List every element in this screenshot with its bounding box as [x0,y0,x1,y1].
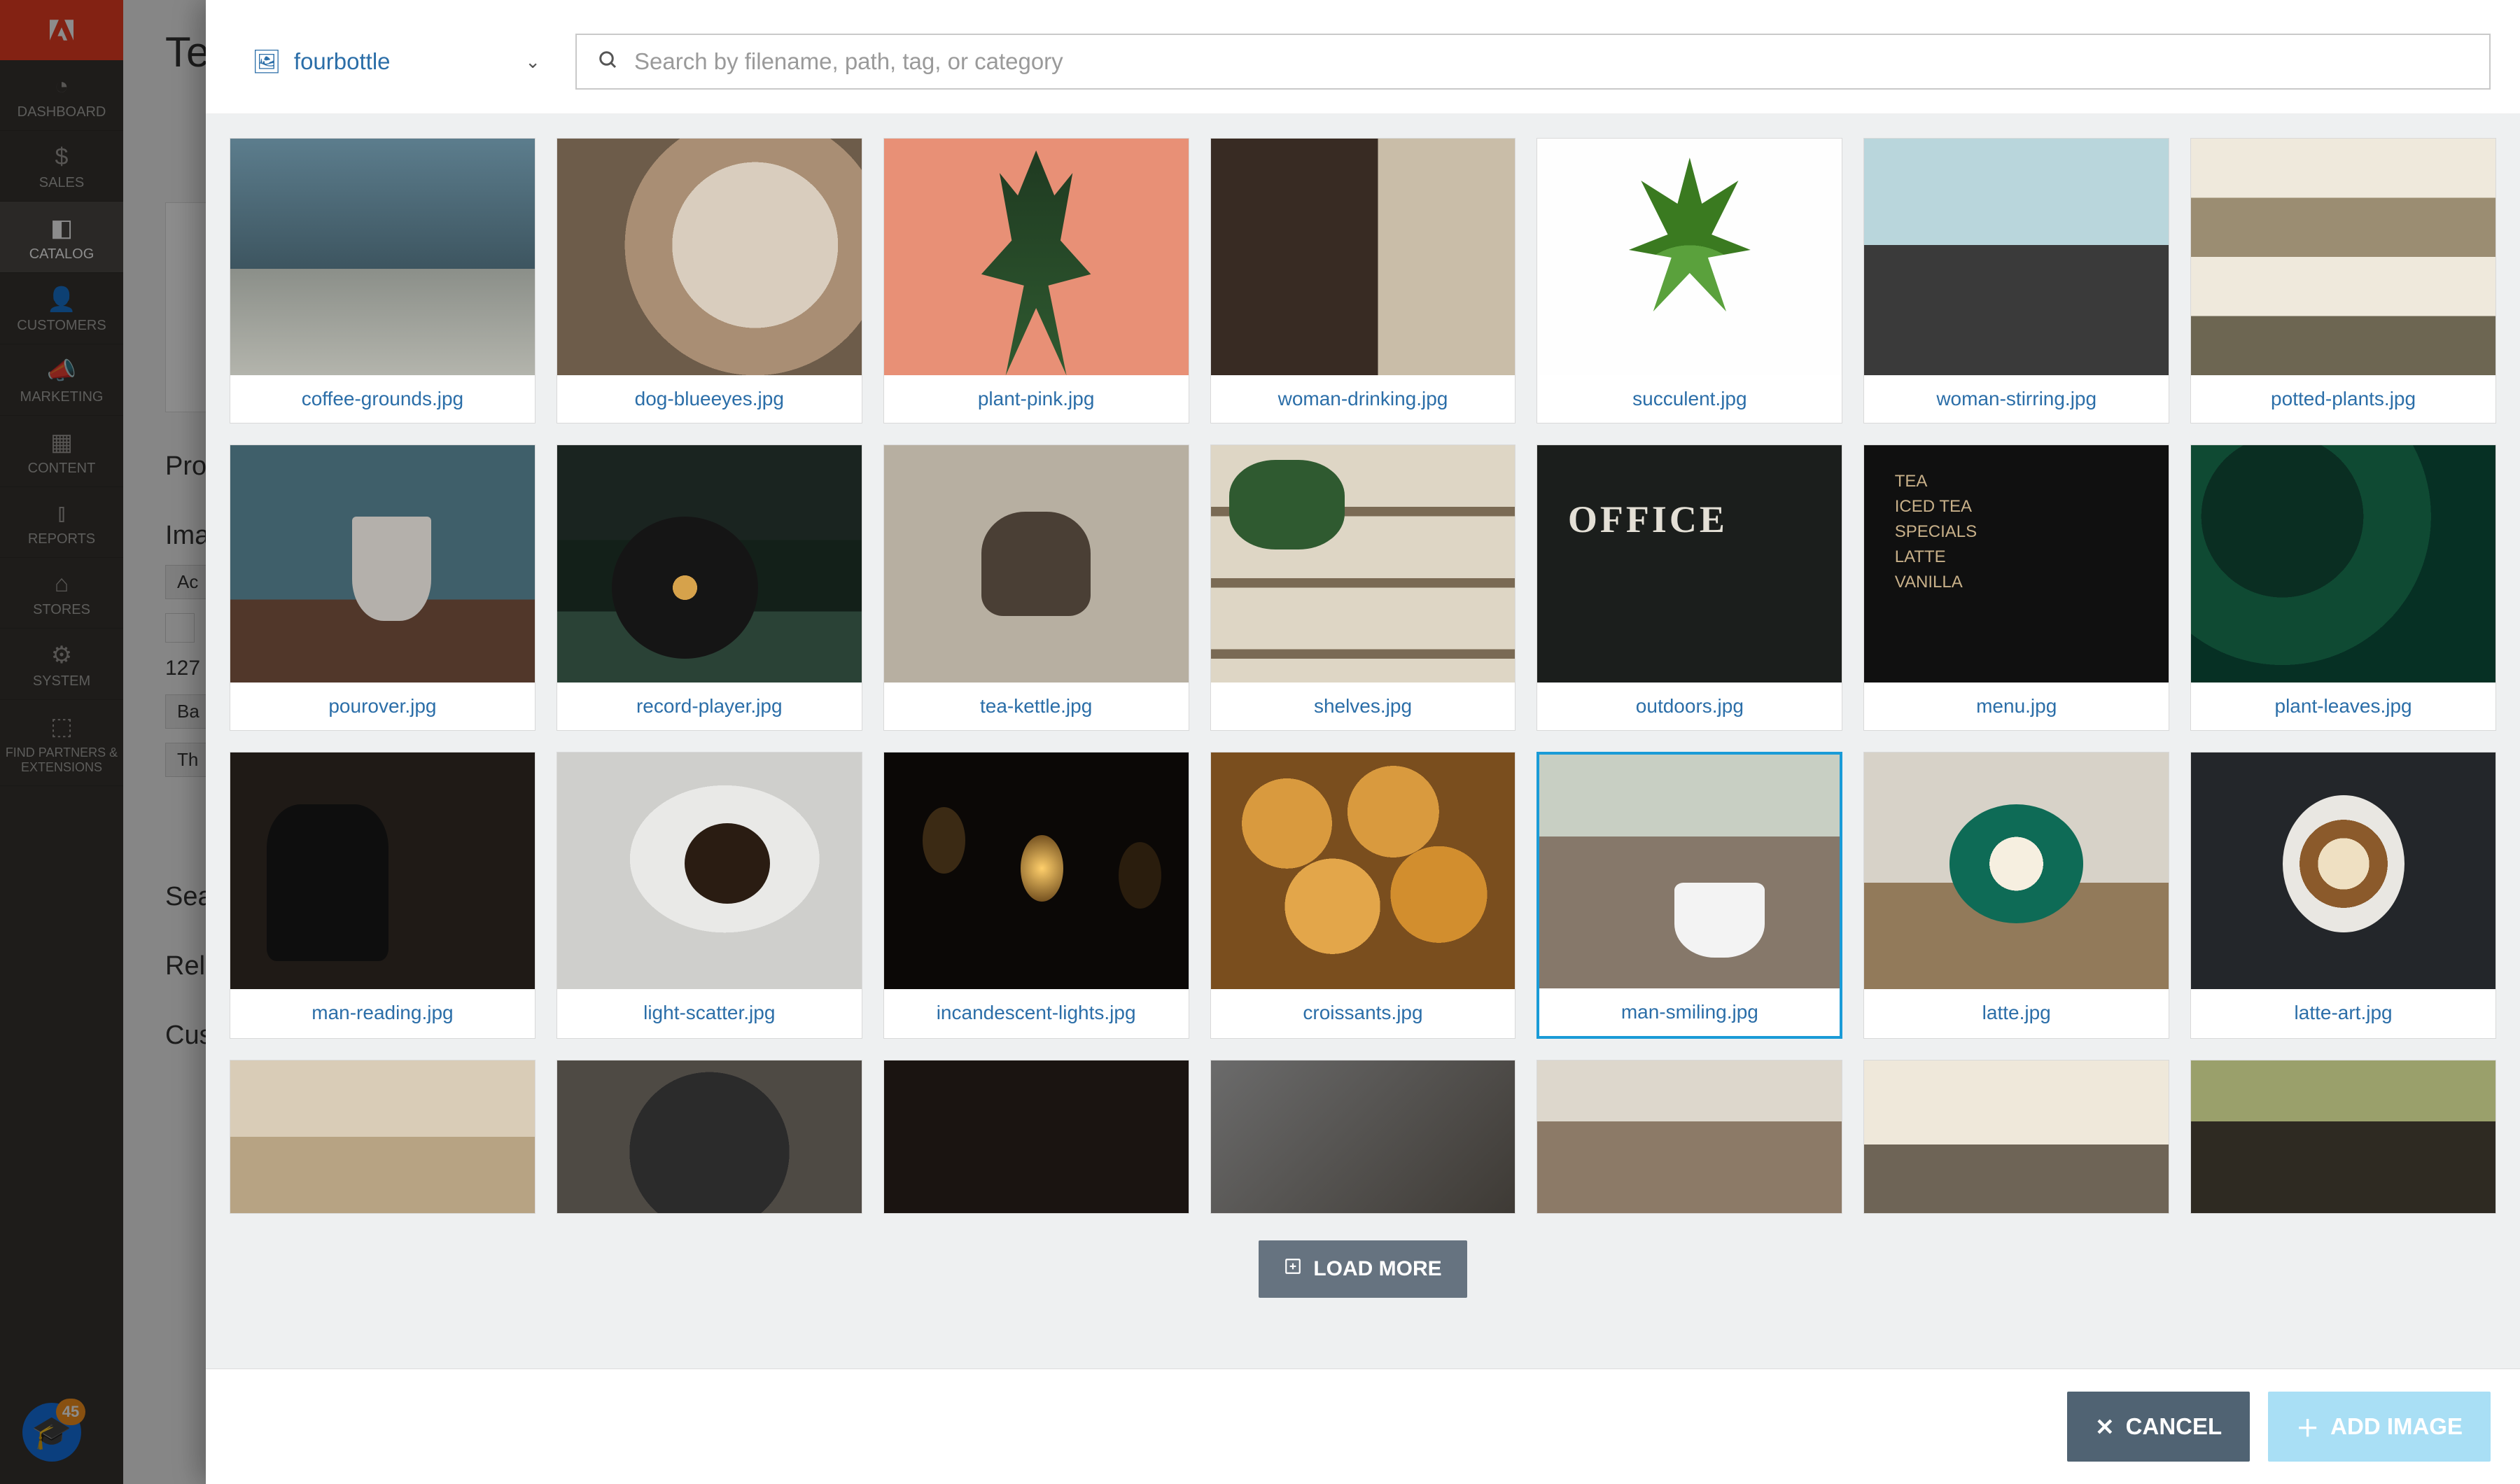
folder-dropdown[interactable]: 🖼 fourbottle ⌄ [235,37,557,87]
modal-footer: ✕ CANCEL ＋ ADD IMAGE [206,1368,2520,1484]
image-card[interactable]: succulent.jpg [1536,138,1842,424]
image-thumbnail [1211,139,1516,375]
image-filename: man-smiling.jpg [1539,988,1840,1036]
cancel-label: CANCEL [2126,1413,2222,1440]
search-icon [598,50,619,74]
image-filename: latte-art.jpg [2191,989,2496,1037]
image-card[interactable]: dog-blueeyes.jpg [556,138,862,424]
image-filename: potted-plants.jpg [2191,375,2496,423]
image-thumbnail [230,445,535,682]
close-icon: ✕ [2095,1413,2115,1441]
image-card[interactable] [556,1060,862,1214]
image-filename: woman-stirring.jpg [1864,375,2169,423]
image-card[interactable]: light-scatter.jpg [556,752,862,1039]
image-card[interactable] [1210,1060,1516,1214]
image-filename: succulent.jpg [1537,375,1842,423]
image-filename: dog-blueeyes.jpg [557,375,862,423]
image-thumbnail [884,445,1189,682]
add-image-button[interactable]: ＋ ADD IMAGE [2268,1392,2491,1462]
plus-icon: ＋ [2296,1410,2319,1443]
image-card[interactable]: incandescent-lights.jpg [883,752,1189,1039]
image-filename: outdoors.jpg [1537,682,1842,730]
image-card[interactable] [2190,1060,2496,1214]
image-thumbnail [557,1060,862,1213]
image-filename: shelves.jpg [1211,682,1516,730]
load-more-label: LOAD MORE [1313,1257,1441,1281]
image-card[interactable]: plant-pink.jpg [883,138,1189,424]
image-card[interactable]: croissants.jpg [1210,752,1516,1039]
folder-name: fourbottle [294,48,391,75]
image-thumbnail [1537,1060,1842,1213]
image-thumbnail [1539,755,1840,988]
image-thumbnail [1211,752,1516,989]
image-filename: woman-drinking.jpg [1211,375,1516,423]
image-thumbnail [884,1060,1189,1213]
image-thumbnail [230,139,535,375]
media-browser-modal: 🖼 fourbottle ⌄ coffee-grounds.jpg dog-blu… [206,0,2520,1484]
image-thumbnail [1864,445,2169,682]
image-filename: croissants.jpg [1211,989,1516,1037]
image-card[interactable]: woman-drinking.jpg [1210,138,1516,424]
image-thumbnail [557,445,862,682]
image-card[interactable]: coffee-grounds.jpg [230,138,536,424]
image-card[interactable]: pourover.jpg [230,444,536,730]
image-card[interactable]: tea-kettle.jpg [883,444,1189,730]
image-card[interactable]: shelves.jpg [1210,444,1516,730]
image-filename: plant-leaves.jpg [2191,682,2496,730]
image-filename: plant-pink.jpg [884,375,1189,423]
image-thumbnail [2191,139,2496,375]
image-thumbnail [1537,139,1842,375]
image-filename: incandescent-lights.jpg [884,989,1189,1037]
image-filename: coffee-grounds.jpg [230,375,535,423]
gallery-scroll[interactable]: coffee-grounds.jpg dog-blueeyes.jpg plant-… [206,114,2520,1368]
image-thumbnail [2191,1060,2496,1213]
chevron-down-icon: ⌄ [525,51,540,73]
image-filename: record-player.jpg [557,682,862,730]
image-card[interactable]: man-smiling.jpg [1536,752,1842,1039]
image-thumbnail [2191,752,2496,989]
image-card[interactable]: menu.jpg [1863,444,2169,730]
image-thumbnail [2191,445,2496,682]
image-card[interactable] [1536,1060,1842,1214]
image-card[interactable] [1863,1060,2169,1214]
image-filename: tea-kettle.jpg [884,682,1189,730]
image-card[interactable]: record-player.jpg [556,444,862,730]
image-thumbnail [1211,1060,1516,1213]
search-input[interactable] [634,48,2468,75]
add-image-label: ADD IMAGE [2330,1413,2463,1440]
modal-header: 🖼 fourbottle ⌄ [206,0,2520,114]
cancel-button[interactable]: ✕ CANCEL [2067,1392,2250,1462]
image-thumbnail [884,139,1189,375]
grid-plus-icon [1284,1257,1302,1281]
image-thumbnail [884,752,1189,989]
image-card[interactable]: outdoors.jpg [1536,444,1842,730]
image-thumbnail [557,139,862,375]
image-thumbnail [557,752,862,989]
image-card[interactable]: potted-plants.jpg [2190,138,2496,424]
image-card[interactable]: latte.jpg [1863,752,2169,1039]
search-field[interactable] [575,34,2491,90]
image-filename: menu.jpg [1864,682,2169,730]
image-thumbnail [1864,1060,2169,1213]
image-thumbnail [230,1060,535,1213]
image-card[interactable] [230,1060,536,1214]
image-thumbnail [1864,752,2169,989]
image-filename: man-reading.jpg [230,989,535,1037]
image-thumbnail [230,752,535,989]
image-filename: latte.jpg [1864,989,2169,1037]
image-thumbnail [1537,445,1842,682]
images-icon: 🖼 [252,48,281,76]
image-card[interactable]: woman-stirring.jpg [1863,138,2169,424]
image-card[interactable]: man-reading.jpg [230,752,536,1039]
image-filename: light-scatter.jpg [557,989,862,1037]
image-card[interactable] [883,1060,1189,1214]
load-more-button[interactable]: LOAD MORE [1259,1240,1466,1298]
image-grid: coffee-grounds.jpg dog-blueeyes.jpg plant-… [230,138,2496,1214]
image-card[interactable]: plant-leaves.jpg [2190,444,2496,730]
image-thumbnail [1864,139,2169,375]
image-card[interactable]: latte-art.jpg [2190,752,2496,1039]
image-thumbnail [1211,445,1516,682]
image-filename: pourover.jpg [230,682,535,730]
